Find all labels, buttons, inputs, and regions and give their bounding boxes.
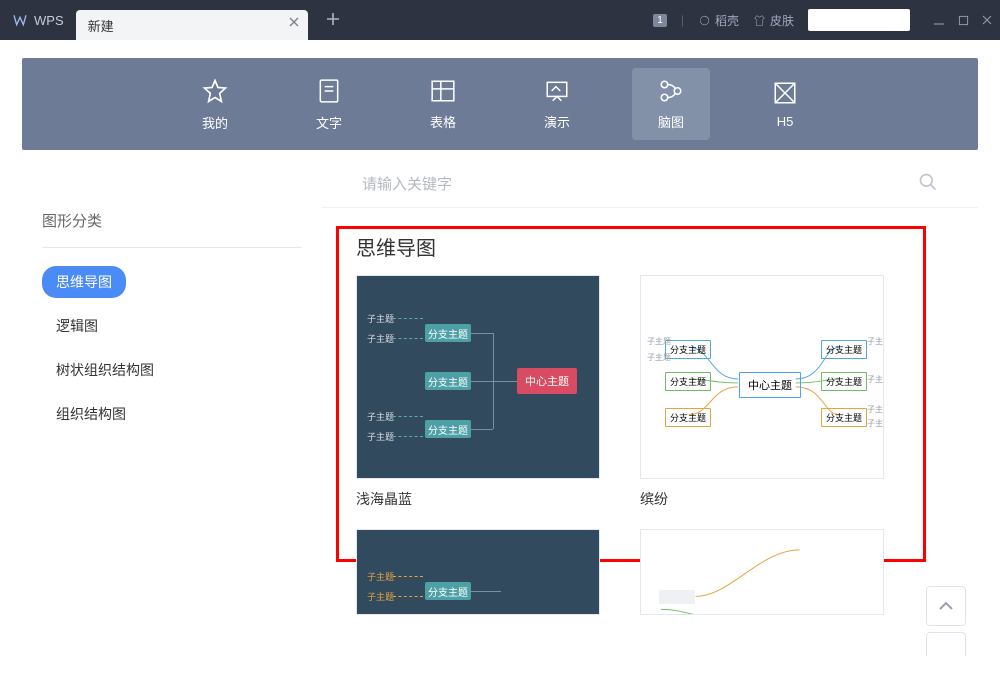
tab-new[interactable]: 新建 [76, 10, 308, 40]
close-icon[interactable] [288, 16, 300, 31]
tool-h5[interactable]: H5 [746, 68, 824, 140]
template-gallery: 思维导图 中心主题 分支主题 分支主题 分支主题 子主题 子主题 子主题 子主题 [322, 208, 978, 660]
template-item-2: 中心主题 分支主题 分支主题 分支主题 分支主题 分支主题 分支主题 子主题 子… [640, 275, 884, 509]
presentation-icon [543, 78, 571, 104]
tool-doc[interactable]: 文字 [290, 68, 368, 140]
feedback-tab[interactable] [926, 632, 966, 656]
template-thumb-2[interactable]: 中心主题 分支主题 分支主题 分支主题 分支主题 分支主题 分支主题 子主题 子… [640, 275, 884, 479]
document-icon [316, 77, 342, 105]
brand-text: WPS [34, 13, 64, 28]
star-icon [201, 77, 229, 105]
notification-badge[interactable]: 1 [653, 14, 667, 27]
category-org[interactable]: 组织结构图 [42, 398, 140, 430]
titlebar: WPS 新建 1 | 稻壳 皮肤 [0, 0, 1000, 40]
category-list: 思维导图 逻辑图 树状组织结构图 组织结构图 [42, 266, 302, 430]
minimize-button[interactable] [932, 13, 946, 27]
skin-link[interactable]: 皮肤 [753, 12, 794, 29]
titlebar-search[interactable] [808, 9, 910, 31]
template-name-2: 缤纷 [640, 489, 884, 509]
category-mindmap[interactable]: 思维导图 [42, 266, 126, 298]
close-button[interactable] [980, 13, 994, 27]
main-panel: 思维导图 中心主题 分支主题 分支主题 分支主题 子主题 子主题 子主题 子主题 [322, 162, 978, 660]
search-row [322, 162, 978, 208]
mindmap-icon [657, 78, 685, 104]
tool-mind[interactable]: 脑图 [632, 68, 710, 140]
search-input[interactable] [362, 176, 918, 193]
search-icon[interactable] [918, 172, 938, 197]
template-thumb-4[interactable] [640, 529, 884, 615]
table-icon [429, 78, 457, 104]
section-title: 思维导图 [356, 232, 978, 261]
wps-brand: WPS [0, 0, 76, 40]
template-item-1: 中心主题 分支主题 分支主题 分支主题 子主题 子主题 子主题 子主题 [356, 275, 600, 509]
template-thumb-1[interactable]: 中心主题 分支主题 分支主题 分支主题 子主题 子主题 子主题 子主题 [356, 275, 600, 479]
template-name-1: 浅海晶蓝 [356, 489, 600, 509]
tool-slide[interactable]: 演示 [518, 68, 596, 140]
wps-logo-icon [12, 12, 28, 28]
skin-icon [753, 14, 766, 27]
tool-mine[interactable]: 我的 [176, 68, 254, 140]
h5-icon [772, 80, 798, 106]
template-thumb-3[interactable]: 分支主题 子主题 子主题 [356, 529, 600, 615]
sidebar: 图形分类 思维导图 逻辑图 树状组织结构图 组织结构图 [22, 162, 322, 660]
template-icon [698, 14, 711, 27]
divider [42, 247, 302, 248]
tab-label: 新建 [88, 16, 114, 35]
scroll-top-button[interactable] [926, 586, 966, 626]
tool-sheet[interactable]: 表格 [404, 68, 482, 140]
template-link[interactable]: 稻壳 [698, 12, 739, 29]
category-heading: 图形分类 [42, 210, 302, 231]
category-logic[interactable]: 逻辑图 [42, 310, 112, 342]
new-tab-button[interactable] [326, 10, 340, 31]
maximize-button[interactable] [956, 13, 970, 27]
category-tree-org[interactable]: 树状组织结构图 [42, 354, 168, 386]
category-toolbar: 我的 文字 表格 演示 脑图 H5 [22, 58, 978, 150]
